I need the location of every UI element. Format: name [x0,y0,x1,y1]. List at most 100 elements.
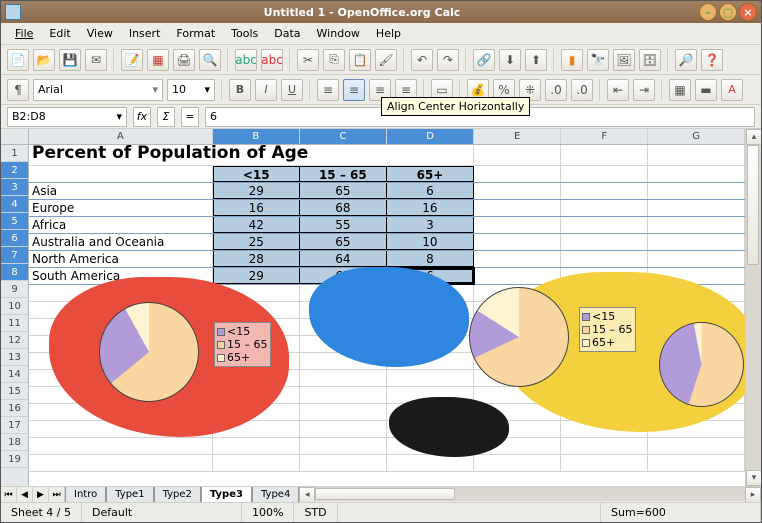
row-label-cell[interactable]: Europe [29,200,213,216]
add-decimal-icon[interactable]: .0 [545,79,567,101]
cell[interactable] [213,421,300,437]
sheet-tab-type4[interactable]: Type4 [252,487,299,503]
cell[interactable] [387,336,474,352]
cell[interactable] [387,387,474,403]
row-header[interactable]: 13 [1,349,28,366]
data-cell[interactable]: 55 [300,217,387,233]
cell[interactable] [561,336,648,352]
scroll-left-icon[interactable]: ◂ [299,487,315,503]
data-cell[interactable] [648,200,745,216]
cell[interactable] [29,438,213,454]
data-cell[interactable] [648,268,745,284]
bgcolor-icon[interactable]: ▬ [695,79,717,101]
pdf-icon[interactable]: ▦ [147,49,169,71]
header-cell[interactable]: 15 – 65 [300,166,387,182]
sheet-tab-intro[interactable]: Intro [65,487,106,503]
cell[interactable] [648,455,745,471]
preview-icon[interactable]: 🔍 [199,49,221,71]
cell[interactable] [474,404,561,420]
navigator-icon[interactable]: 🔭 [587,49,609,71]
header-cell[interactable] [474,166,561,182]
cell[interactable] [561,285,648,301]
data-cell[interactable]: 16 [387,200,474,216]
help-icon[interactable]: ❓ [701,49,723,71]
data-cell[interactable] [474,200,561,216]
menu-view[interactable]: View [79,25,121,42]
cell[interactable] [387,302,474,318]
cell[interactable] [387,438,474,454]
equals-icon[interactable]: = [181,107,199,127]
cell[interactable] [300,387,387,403]
data-cell[interactable]: 29 [213,268,300,284]
cell[interactable] [648,387,745,403]
cell[interactable] [29,285,213,301]
row-label-cell[interactable]: South America [29,268,213,284]
cell[interactable] [648,370,745,386]
header-cell[interactable] [648,166,745,182]
column-header[interactable]: B [213,129,300,144]
data-cell[interactable] [561,251,648,267]
menu-help[interactable]: Help [368,25,409,42]
align-center-icon[interactable]: ≡ [343,79,365,101]
menu-insert[interactable]: Insert [121,25,169,42]
cell[interactable] [474,319,561,335]
menu-edit[interactable]: Edit [41,25,78,42]
data-cell[interactable] [474,183,561,199]
data-cell[interactable]: 6 [387,268,474,284]
scroll-up-icon[interactable]: ▴ [746,129,761,145]
cell[interactable] [474,455,561,471]
cell[interactable] [300,353,387,369]
cell[interactable] [561,438,648,454]
borders-icon[interactable]: ▦ [669,79,691,101]
cell[interactable] [213,455,300,471]
cell[interactable] [474,387,561,403]
cell-reference-input[interactable]: B2:D8 ▾ [7,107,127,127]
cell[interactable] [29,370,213,386]
column-header[interactable]: C [300,129,387,144]
cell[interactable] [29,166,213,182]
decrease-indent-icon[interactable]: ⇤ [607,79,629,101]
row-header[interactable]: 7 [1,247,28,264]
cell[interactable] [648,285,745,301]
open-icon[interactable]: 📂 [33,49,55,71]
row-label-cell[interactable]: North America [29,251,213,267]
horizontal-scrollbar[interactable]: ◂ ▸ [299,487,761,502]
data-cell[interactable]: 10 [387,234,474,250]
autospell-icon[interactable]: abc [261,49,283,71]
cell[interactable] [474,438,561,454]
cell[interactable] [474,145,561,165]
save-icon[interactable]: 💾 [59,49,81,71]
row-header[interactable]: 9 [1,281,28,298]
data-cell[interactable] [474,217,561,233]
function-wizard-icon[interactable]: fx [133,107,151,127]
row-header[interactable]: 17 [1,417,28,434]
data-cell[interactable]: 3 [387,217,474,233]
cell[interactable] [648,353,745,369]
cell[interactable] [300,455,387,471]
close-button[interactable]: × [739,3,757,21]
cell[interactable] [300,285,387,301]
tab-last-icon[interactable]: ⏭ [49,487,65,503]
cell[interactable] [474,421,561,437]
menu-format[interactable]: Format [168,25,223,42]
row-header[interactable]: 6 [1,230,28,247]
cell[interactable] [387,404,474,420]
cell[interactable] [29,302,213,318]
cell[interactable] [561,370,648,386]
cell[interactable] [29,421,213,437]
data-cell[interactable] [561,183,648,199]
font-size-input[interactable]: 10 ▾ [167,79,215,101]
row-header[interactable]: 18 [1,434,28,451]
row-header[interactable]: 19 [1,451,28,468]
email-icon[interactable]: ✉ [85,49,107,71]
data-cell[interactable] [561,217,648,233]
font-name-input[interactable]: Arial ▾ [33,79,163,101]
cell[interactable] [561,421,648,437]
data-cell[interactable]: 65 [300,183,387,199]
redo-icon[interactable]: ↷ [437,49,459,71]
underline-icon[interactable]: U [281,79,303,101]
cell[interactable] [561,387,648,403]
row-header[interactable]: 10 [1,298,28,315]
cell[interactable] [300,438,387,454]
cell[interactable] [387,455,474,471]
